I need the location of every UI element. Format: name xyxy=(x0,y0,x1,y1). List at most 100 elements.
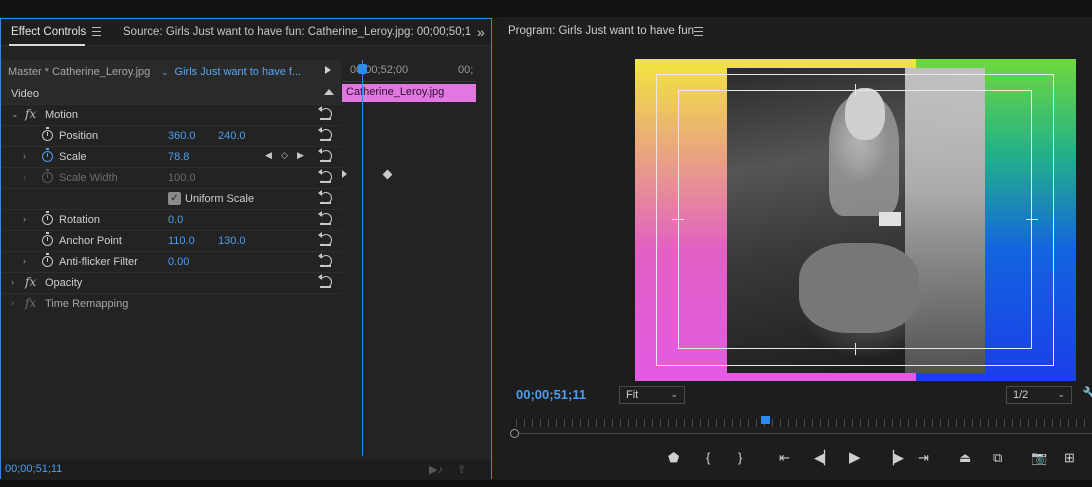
program-viewer[interactable] xyxy=(635,59,1076,381)
video-label: Video xyxy=(11,88,39,100)
master-clip-label[interactable]: Master * Catherine_Leroy.jpg xyxy=(8,66,150,78)
resolution-dropdown[interactable]: 1/2 ⌄ xyxy=(1006,386,1072,404)
anchor-point-x-value[interactable]: 110.0 xyxy=(168,235,195,247)
stopwatch-icon[interactable] xyxy=(42,232,53,246)
next-keyframe-icon[interactable]: ▶ xyxy=(297,150,304,161)
footer-timecode[interactable]: 00;00;51;11 xyxy=(5,463,62,475)
zoom-value: Fit xyxy=(626,389,639,401)
safe-tick-bottom xyxy=(855,343,856,355)
chevron-right-icon[interactable]: › xyxy=(11,277,14,287)
chevron-right-icon[interactable]: › xyxy=(23,256,26,266)
chevron-down-icon: ⌄ xyxy=(670,389,678,399)
scale-value[interactable]: 78.8 xyxy=(168,151,189,163)
reset-icon[interactable] xyxy=(318,274,332,288)
uniform-scale-checkbox[interactable]: ✓ xyxy=(168,192,181,205)
scrubber-playhead[interactable] xyxy=(761,416,770,424)
resolution-value: 1/2 xyxy=(1013,389,1029,401)
property-row-scale-width: › Scale Width 100.0 xyxy=(1,168,341,189)
reset-icon[interactable] xyxy=(318,232,332,246)
export-frame-icon[interactable]: 📷 xyxy=(1031,450,1047,466)
zoom-bar[interactable] xyxy=(516,433,1092,434)
previous-keyframe-icon[interactable]: ◀ xyxy=(265,150,272,161)
zoom-dropdown[interactable]: Fit ⌄ xyxy=(619,386,685,404)
stopwatch-icon[interactable] xyxy=(42,127,53,141)
go-to-in-icon[interactable]: ⇤ xyxy=(779,450,790,466)
play-icon[interactable]: ▶ xyxy=(849,450,861,466)
position-x-value[interactable]: 360.0 xyxy=(168,130,196,142)
settings-wrench-icon[interactable]: 🔧 xyxy=(1082,386,1092,402)
mark-in-icon[interactable]: { xyxy=(706,450,710,466)
effect-row-motion[interactable]: ⌄ fx Motion xyxy=(1,105,341,126)
transport-controls: ⬟ { } ⇤ ◀▏ ▶ ▕▶ ⇥ ⏏ ⧉ 📷 ⊞ xyxy=(498,447,1092,471)
position-label: Position xyxy=(59,130,99,142)
step-back-icon[interactable]: ◀▏ xyxy=(814,450,834,466)
chevron-right-icon[interactable]: › xyxy=(23,151,26,161)
playhead-handle[interactable] xyxy=(358,64,367,74)
add-keyframe-icon[interactable]: ◇ xyxy=(281,150,288,161)
playhead-line[interactable] xyxy=(362,60,363,456)
stopwatch-icon[interactable] xyxy=(42,253,53,267)
position-y-value[interactable]: 240.0 xyxy=(218,130,246,142)
go-to-out-icon[interactable]: ⇥ xyxy=(918,450,929,466)
property-row-rotation: › Rotation 0.0 xyxy=(1,210,341,231)
safe-tick-left xyxy=(672,219,684,220)
chevron-right-icon[interactable]: › xyxy=(23,214,26,224)
panel-menu-icon[interactable] xyxy=(92,27,101,36)
keyframe-diamond-icon[interactable] xyxy=(382,169,393,180)
effect-timeline[interactable]: 00;00;52;00 00; Catherine_Leroy.jpg xyxy=(342,60,476,480)
reset-icon[interactable] xyxy=(318,127,332,141)
effect-row-opacity[interactable]: › fx Opacity xyxy=(1,273,341,294)
step-forward-icon[interactable]: ▕▶ xyxy=(884,450,904,466)
reset-icon[interactable] xyxy=(318,211,332,225)
program-timecode[interactable]: 00;00;51;11 xyxy=(516,387,586,402)
chevron-right-icon[interactable]: › xyxy=(11,298,14,308)
property-row-uniform-scale: ✓ Uniform Scale xyxy=(1,189,341,210)
reset-icon[interactable] xyxy=(318,190,332,204)
double-chevron-right-icon[interactable]: » xyxy=(477,24,485,40)
fx-icon[interactable]: fx xyxy=(25,275,36,289)
stopwatch-icon[interactable] xyxy=(42,148,53,162)
anti-flicker-value[interactable]: 0.00 xyxy=(168,256,189,268)
chevron-down-icon: ⌄ xyxy=(1057,389,1065,399)
chevron-down-icon[interactable]: ⌄ xyxy=(11,109,19,120)
add-marker-icon[interactable]: ⬟ xyxy=(668,450,679,466)
program-scrubber[interactable] xyxy=(510,416,1092,440)
stopwatch-icon[interactable] xyxy=(42,211,53,225)
time-remapping-label: Time Remapping xyxy=(45,298,129,310)
scale-width-value: 100.0 xyxy=(168,172,196,184)
effect-row-time-remapping[interactable]: › fx Time Remapping xyxy=(1,294,341,315)
fx-icon[interactable]: fx xyxy=(25,107,36,121)
rotation-value[interactable]: 0.0 xyxy=(168,214,183,226)
anchor-point-label: Anchor Point xyxy=(59,235,122,247)
panel-menu-icon[interactable] xyxy=(694,27,703,36)
program-monitor-title[interactable]: Program: Girls Just want to have fun xyxy=(508,25,694,37)
tab-effect-controls[interactable]: Effect Controls xyxy=(11,26,86,38)
sequence-clip-label: Girls Just want to have f... xyxy=(174,66,302,78)
export-icon[interactable]: ⇪ xyxy=(457,463,466,476)
ruler-time-label-right: 00; xyxy=(458,64,474,76)
tab-source[interactable]: Source: Girls Just want to have fun: Cat… xyxy=(123,26,471,38)
extract-icon[interactable]: ⧉ xyxy=(993,450,1002,466)
anti-flicker-label: Anti-flicker Filter xyxy=(59,256,138,268)
reset-icon[interactable] xyxy=(318,106,332,120)
lift-icon[interactable]: ⏏ xyxy=(959,450,971,466)
chevron-down-icon: ⌄ xyxy=(161,67,169,77)
show-timeline-icon[interactable] xyxy=(325,66,331,74)
property-row-anti-flicker: › Anti-flicker Filter 0.00 xyxy=(1,252,341,273)
reset-icon[interactable] xyxy=(318,253,332,267)
mark-out-icon[interactable]: } xyxy=(738,450,742,466)
effect-controls-panel: Effect Controls Source: Girls Just want … xyxy=(0,18,492,479)
reset-icon[interactable] xyxy=(318,169,332,183)
button-editor-icon[interactable]: ⊞ xyxy=(1064,450,1075,466)
program-monitor-header: Program: Girls Just want to have fun xyxy=(498,18,1092,45)
collapse-up-icon[interactable] xyxy=(324,89,334,95)
safe-tick-right xyxy=(1026,219,1038,220)
sequence-clip-dropdown[interactable]: ⌄ Girls Just want to have f... xyxy=(161,66,301,78)
scale-label: Scale xyxy=(59,151,87,163)
effect-controls-footer: 00;00;51;11 ▶♪ ⇪ xyxy=(1,460,491,479)
filter-audio-icon[interactable]: ▶♪ xyxy=(429,463,443,476)
top-strip xyxy=(0,0,1092,17)
anchor-point-y-value[interactable]: 130.0 xyxy=(218,235,246,247)
zoom-handle[interactable] xyxy=(510,429,519,438)
reset-icon[interactable] xyxy=(318,148,332,162)
